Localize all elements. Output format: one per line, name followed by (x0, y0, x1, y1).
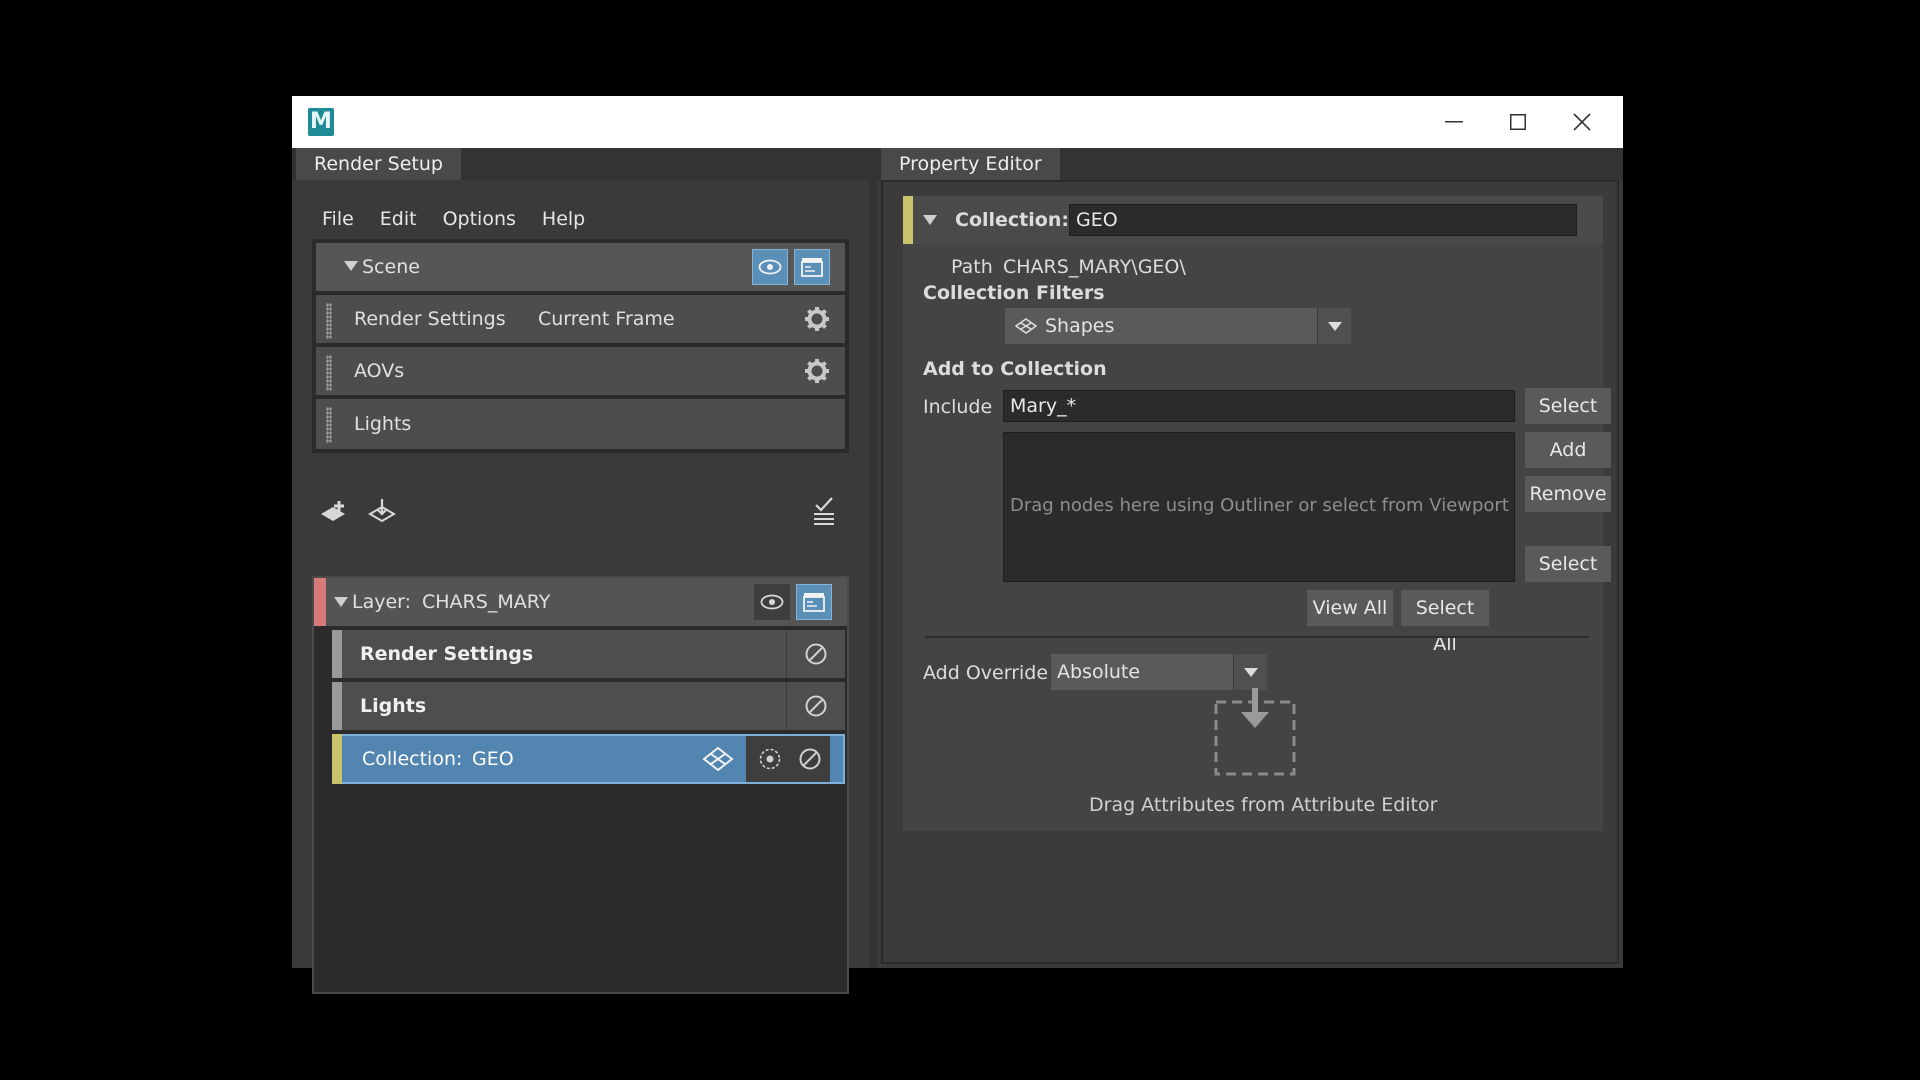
scene-render-toggle[interactable] (794, 249, 830, 285)
include-label: Include (923, 396, 993, 418)
layer-tree: Layer: CHARS_MARY Render Settings Lights (312, 576, 849, 994)
collection-filters-heading: Collection Filters (923, 282, 1105, 304)
property-editor-body: Collection: GEO Path CHARS_MARY\GEO\ Col… (881, 180, 1619, 964)
eye-icon (760, 594, 784, 610)
include-expression-field[interactable]: Mary_* (1003, 390, 1515, 422)
collection-filter-dropdown[interactable]: Shapes (1005, 308, 1351, 344)
layer-visibility-toggle[interactable] (754, 584, 790, 620)
add-layer-icon (321, 501, 345, 521)
layer-child-render-settings[interactable]: Render Settings (332, 630, 845, 678)
gear-icon[interactable] (804, 306, 830, 332)
static-selection-drop-area[interactable]: Drag nodes here using Outliner or select… (1003, 432, 1515, 582)
layer-child-lights[interactable]: Lights (332, 682, 845, 730)
layer-row[interactable]: Layer: CHARS_MARY (314, 578, 847, 626)
child-label: Render Settings (360, 643, 534, 665)
remove-button[interactable]: Remove (1525, 476, 1611, 512)
collection-prefix: Collection: (362, 748, 463, 770)
gear-icon[interactable] (804, 358, 830, 384)
collection-header: Collection: GEO (903, 196, 1603, 244)
menu-bar: File Edit Options Help (322, 208, 585, 230)
child-label: Lights (360, 695, 427, 717)
import-icon (368, 499, 396, 523)
layer-name: CHARS_MARY (422, 591, 551, 613)
maximize-button[interactable] (1482, 96, 1554, 148)
menu-help[interactable]: Help (542, 208, 585, 230)
disable-icon[interactable] (804, 694, 828, 718)
render-setup-panel: Render Setup File Edit Options Help Scen… (292, 148, 869, 994)
isolate-icon[interactable] (758, 747, 782, 771)
layer-color-tag (314, 578, 326, 626)
add-button[interactable]: Add (1525, 432, 1611, 468)
path-value: CHARS_MARY\GEO\ (1003, 256, 1186, 278)
override-value: Absolute (1057, 661, 1141, 683)
panel-splitter[interactable] (869, 148, 877, 968)
tab-render-setup[interactable]: Render Setup (296, 148, 461, 180)
checklist-icon (814, 497, 834, 525)
select-expression-button[interactable]: Select (1525, 388, 1611, 424)
scene-row-label: Render Settings (354, 308, 506, 330)
collection-color-tag (332, 734, 342, 784)
title-bar: M (292, 96, 1623, 148)
drag-handle-icon[interactable] (326, 355, 332, 391)
layer-render-toggle[interactable] (796, 584, 832, 620)
maya-logo-icon: M (308, 108, 334, 136)
divider (925, 636, 1589, 638)
scene-section: Scene Render Settings Current Frame AOVs (312, 239, 849, 453)
select-all-button[interactable]: Select All (1401, 590, 1489, 655)
collection-label: Collection: (955, 209, 1069, 231)
close-button[interactable] (1546, 96, 1618, 148)
override-tag (332, 682, 342, 730)
batch-render-button[interactable] (806, 494, 842, 530)
scene-row-label: AOVs (354, 360, 405, 382)
shapes-filter-icon (1015, 318, 1037, 334)
drag-handle-icon[interactable] (326, 303, 332, 339)
collection-properties: Collection: GEO Path CHARS_MARY\GEO\ Col… (903, 196, 1611, 831)
triangle-down-icon[interactable] (334, 597, 348, 607)
override-type-dropdown[interactable]: Absolute (1051, 654, 1267, 690)
scene-header-row[interactable]: Scene (316, 243, 845, 291)
collection-name: GEO (472, 748, 514, 770)
clapperboard-icon (803, 593, 825, 612)
triangle-down-icon[interactable] (344, 261, 358, 271)
disable-icon[interactable] (798, 747, 822, 771)
view-all-button[interactable]: View All (1307, 590, 1393, 626)
scene-row-label: Lights (354, 413, 412, 435)
add-to-collection-heading: Add to Collection (923, 358, 1107, 380)
menu-edit[interactable]: Edit (380, 208, 417, 230)
chevron-down-icon[interactable] (1317, 308, 1351, 344)
menu-options[interactable]: Options (443, 208, 516, 230)
triangle-down-icon[interactable] (923, 215, 937, 225)
create-layer-button[interactable] (318, 494, 354, 530)
scene-row-render-settings[interactable]: Render Settings Current Frame (316, 295, 845, 343)
attribute-drop-hint: Drag Attributes from Attribute Editor (1089, 794, 1438, 816)
override-tag (332, 630, 342, 678)
disable-icon[interactable] (804, 642, 828, 666)
menu-file[interactable]: File (322, 208, 354, 230)
scene-row-lights[interactable]: Lights (316, 399, 845, 449)
collection-name-field[interactable]: GEO (1069, 204, 1577, 236)
layer-child-collection-selected[interactable]: Collection: GEO (332, 734, 845, 784)
filter-value: Shapes (1045, 315, 1115, 337)
tab-property-editor[interactable]: Property Editor (881, 148, 1060, 180)
eye-icon (758, 259, 782, 275)
minimize-button[interactable] (1418, 96, 1490, 148)
import-button[interactable] (364, 494, 400, 530)
scene-row-value: Current Frame (538, 308, 675, 330)
select-static-button[interactable]: Select (1525, 546, 1611, 582)
add-override-label: Add Override (923, 662, 1049, 684)
layer-prefix: Layer: (352, 591, 412, 613)
path-label: Path (951, 256, 993, 278)
drop-hint: Drag nodes here using Outliner or select… (1010, 495, 1509, 516)
scene-visibility-toggle[interactable] (752, 249, 788, 285)
scene-row-aovs[interactable]: AOVs (316, 347, 845, 395)
clapperboard-icon (801, 258, 823, 277)
drag-handle-icon[interactable] (326, 407, 332, 443)
chevron-down-icon[interactable] (1233, 654, 1267, 690)
scene-title: Scene (362, 256, 420, 278)
render-setup-window: M Render Setup File Edit Options Help Sc… (292, 96, 1623, 994)
shapes-filter-icon (702, 746, 734, 772)
drop-attribute-icon[interactable] (1213, 688, 1297, 778)
property-editor-panel: Property Editor Collection: GEO Path CHA… (877, 148, 1623, 968)
collection-color-tag (903, 196, 913, 244)
